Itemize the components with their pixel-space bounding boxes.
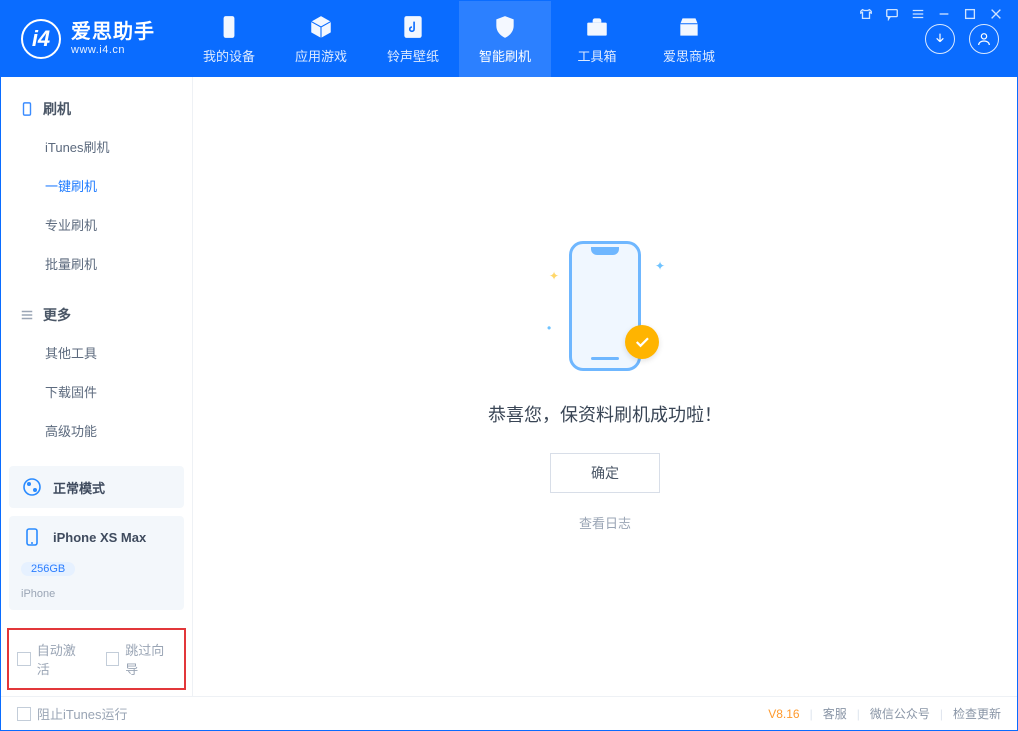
body: 刷机 iTunes刷机 一键刷机 专业刷机 批量刷机 更多 其他工具 下载固件 … — [1, 77, 1017, 696]
device-icon — [21, 526, 43, 548]
checkbox-label: 阻止iTunes运行 — [37, 704, 128, 723]
success-message: 恭喜您，保资料刷机成功啦！ — [488, 401, 722, 427]
version-label: V8.16 — [768, 707, 799, 721]
ok-button[interactable]: 确定 — [550, 453, 660, 493]
tab-store[interactable]: 爱思商城 — [643, 1, 735, 77]
skin-icon[interactable] — [858, 6, 874, 22]
sidebar-item-pro-flash[interactable]: 专业刷机 — [1, 205, 192, 244]
device-icon — [216, 14, 242, 40]
footer-right: V8.16 | 客服 | 微信公众号 | 检查更新 — [768, 705, 1001, 722]
checkbox-icon — [17, 652, 31, 666]
logo[interactable]: i4 爱思助手 www.i4.cn — [1, 1, 183, 77]
device-type: iPhone — [21, 588, 55, 600]
minimize-icon[interactable] — [936, 6, 952, 22]
view-log-link[interactable]: 查看日志 — [579, 513, 631, 532]
sidebar-section-more: 更多 其他工具 下载固件 高级功能 — [1, 283, 192, 450]
tab-label: 我的设备 — [203, 46, 255, 65]
tab-apps-games[interactable]: 应用游戏 — [275, 1, 367, 77]
toolbox-icon — [584, 14, 610, 40]
tab-label: 爱思商城 — [663, 46, 715, 65]
sparkle-icon: • — [547, 321, 551, 335]
checkbox-auto-activate[interactable]: 自动激活 — [17, 640, 88, 678]
sidebar: 刷机 iTunes刷机 一键刷机 专业刷机 批量刷机 更多 其他工具 下载固件 … — [1, 77, 193, 696]
sidebar-head-flash: 刷机 — [1, 91, 192, 127]
phone-icon — [19, 101, 35, 117]
list-icon — [19, 307, 35, 323]
checkbox-block-itunes[interactable]: 阻止iTunes运行 — [17, 704, 128, 723]
mode-icon — [21, 476, 43, 498]
sparkle-icon: ✦ — [655, 259, 665, 273]
sidebar-item-oneclick-flash[interactable]: 一键刷机 — [1, 166, 192, 205]
sidebar-item-itunes-flash[interactable]: iTunes刷机 — [1, 127, 192, 166]
shield-icon — [492, 14, 518, 40]
cube-icon — [308, 14, 334, 40]
logo-badge-icon: i4 — [21, 19, 61, 59]
tab-toolbox[interactable]: 工具箱 — [551, 1, 643, 77]
music-icon — [400, 14, 426, 40]
download-button[interactable] — [925, 24, 955, 54]
footer-link-update[interactable]: 检查更新 — [953, 705, 1001, 722]
tab-label: 铃声壁纸 — [387, 46, 439, 65]
sidebar-item-other-tools[interactable]: 其他工具 — [1, 333, 192, 372]
sidebar-title: 更多 — [43, 305, 71, 325]
sidebar-head-more: 更多 — [1, 297, 192, 333]
close-icon[interactable] — [988, 6, 1004, 22]
maximize-icon[interactable] — [962, 6, 978, 22]
checkbox-icon — [17, 707, 31, 721]
flash-options-highlight: 自动激活 跳过向导 — [7, 628, 186, 690]
tab-label: 工具箱 — [577, 46, 616, 65]
sidebar-item-advanced[interactable]: 高级功能 — [1, 411, 192, 450]
app-title: 爱思助手 — [71, 21, 155, 44]
window-controls — [858, 6, 1004, 22]
tab-label: 应用游戏 — [295, 46, 347, 65]
menu-icon[interactable] — [910, 6, 926, 22]
footer-link-wechat[interactable]: 微信公众号 — [870, 705, 930, 722]
mode-label: 正常模式 — [53, 478, 105, 497]
nav-tabs: 我的设备 应用游戏 铃声壁纸 智能刷机 工具箱 爱思商城 — [183, 1, 735, 77]
sidebar-item-download-firmware[interactable]: 下载固件 — [1, 372, 192, 411]
mode-card[interactable]: 正常模式 — [9, 466, 184, 508]
tab-ringtone-wallpaper[interactable]: 铃声壁纸 — [367, 1, 459, 77]
device-cards: 正常模式 iPhone XS Max 256GB iPhone — [1, 458, 192, 626]
storage-badge: 256GB — [21, 562, 75, 576]
feedback-icon[interactable] — [884, 6, 900, 22]
device-name: iPhone XS Max — [53, 530, 146, 545]
sidebar-section-flash: 刷机 iTunes刷机 一键刷机 专业刷机 批量刷机 — [1, 77, 192, 283]
check-badge-icon — [625, 325, 659, 359]
checkbox-label: 跳过向导 — [125, 640, 176, 678]
device-card[interactable]: iPhone XS Max 256GB iPhone — [9, 516, 184, 610]
content: ✦ • ✦ 恭喜您，保资料刷机成功啦！ 确定 查看日志 — [193, 77, 1017, 696]
checkbox-icon — [106, 652, 120, 666]
tab-my-device[interactable]: 我的设备 — [183, 1, 275, 77]
tab-smart-flash[interactable]: 智能刷机 — [459, 1, 551, 77]
store-icon — [676, 14, 702, 40]
checkbox-label: 自动激活 — [37, 640, 88, 678]
sparkle-icon: ✦ — [549, 269, 559, 283]
success-illustration: ✦ • ✦ — [545, 241, 665, 381]
sidebar-title: 刷机 — [43, 99, 71, 119]
checkbox-skip-guide[interactable]: 跳过向导 — [106, 640, 177, 678]
footer: 阻止iTunes运行 V8.16 | 客服 | 微信公众号 | 检查更新 — [1, 696, 1017, 730]
tab-label: 智能刷机 — [479, 46, 531, 65]
user-button[interactable] — [969, 24, 999, 54]
sidebar-item-batch-flash[interactable]: 批量刷机 — [1, 244, 192, 283]
footer-link-support[interactable]: 客服 — [823, 705, 847, 722]
app-subtitle: www.i4.cn — [71, 44, 155, 57]
app-window: i4 爱思助手 www.i4.cn 我的设备 应用游戏 铃声壁纸 智能刷机 — [0, 0, 1018, 731]
